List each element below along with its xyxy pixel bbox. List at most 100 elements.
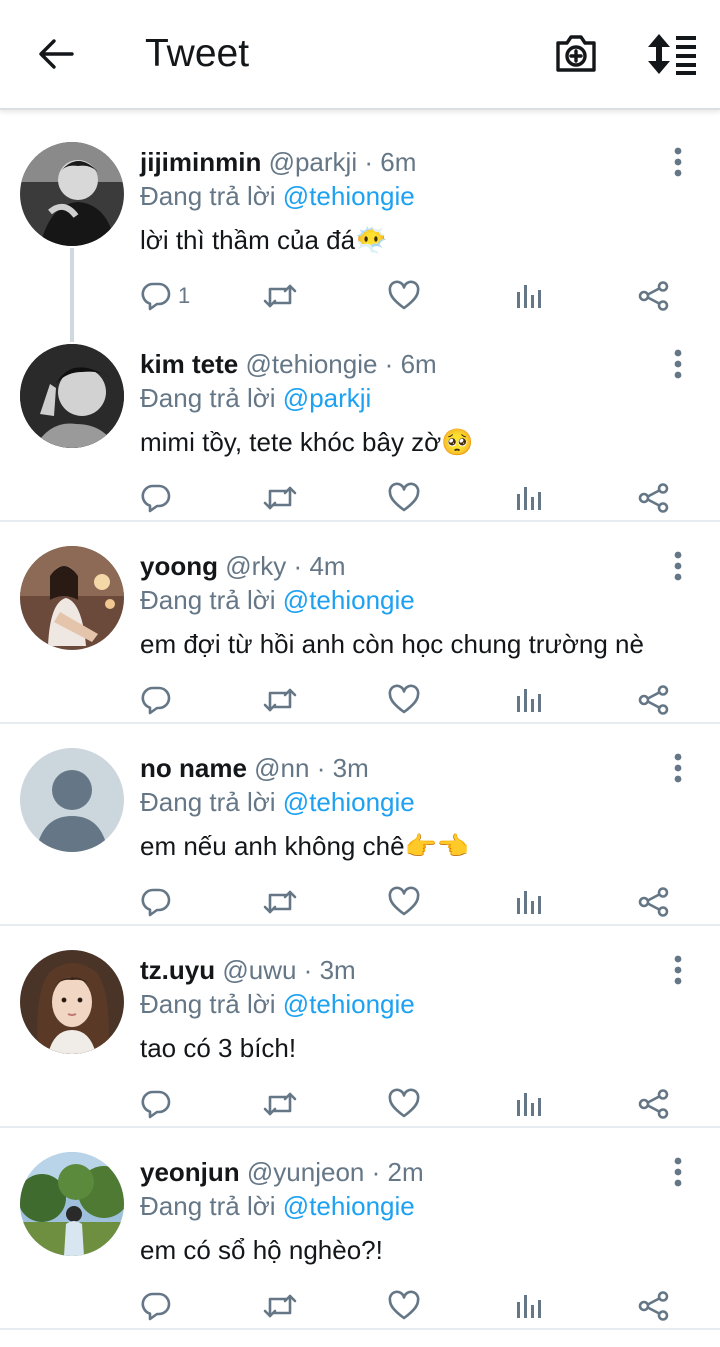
analytics-button[interactable] bbox=[514, 478, 546, 518]
mention-link[interactable]: @tehiongie bbox=[283, 181, 415, 211]
separator-dot: · bbox=[316, 753, 326, 783]
analytics-button[interactable] bbox=[514, 276, 546, 316]
heart-icon bbox=[388, 684, 420, 716]
user-photo bbox=[20, 142, 124, 246]
tweet[interactable]: kim tete @tehiongie · 6m Đang trả lời @p… bbox=[0, 320, 720, 522]
reply-icon bbox=[140, 886, 172, 918]
analytics-button[interactable] bbox=[514, 680, 546, 720]
tweet-actions: 1 bbox=[140, 276, 700, 316]
like-button[interactable] bbox=[388, 1084, 420, 1124]
reply-button[interactable] bbox=[140, 882, 178, 922]
more-vertical-icon bbox=[664, 548, 692, 584]
reply-button[interactable] bbox=[140, 680, 178, 720]
retweet-button[interactable] bbox=[262, 680, 298, 720]
user-photo bbox=[20, 546, 124, 650]
like-button[interactable] bbox=[388, 882, 420, 922]
tweet-header: kim tete @tehiongie · 6m bbox=[140, 346, 437, 382]
sort-button[interactable] bbox=[644, 30, 700, 78]
separator-dot: · bbox=[364, 147, 374, 177]
tweet[interactable]: yoong @rky · 4m Đang trả lời @tehiongie … bbox=[0, 522, 720, 724]
back-button[interactable] bbox=[32, 30, 80, 78]
retweet-button[interactable] bbox=[262, 1286, 298, 1326]
share-button[interactable] bbox=[638, 1084, 670, 1124]
heart-icon bbox=[388, 280, 420, 312]
share-button[interactable] bbox=[638, 680, 670, 720]
retweet-button[interactable] bbox=[262, 1084, 298, 1124]
retweet-button[interactable] bbox=[262, 276, 298, 316]
tweet[interactable]: jijiminmin @parkji · 6m Đang trả lời @te… bbox=[0, 118, 720, 342]
tweet-actions bbox=[140, 1084, 700, 1124]
tweet[interactable]: tz.uyu @uwu · 3m Đang trả lời @tehiongie… bbox=[0, 926, 720, 1128]
share-icon bbox=[638, 886, 670, 918]
display-name[interactable]: no name bbox=[140, 753, 247, 783]
analytics-button[interactable] bbox=[514, 1084, 546, 1124]
like-button[interactable] bbox=[388, 276, 420, 316]
analytics-button[interactable] bbox=[514, 882, 546, 922]
more-vertical-icon bbox=[664, 1154, 692, 1190]
bar-chart-icon bbox=[514, 684, 546, 716]
mention-link[interactable]: @tehiongie bbox=[283, 787, 415, 817]
avatar[interactable] bbox=[20, 142, 124, 246]
user-handle: @tehiongie bbox=[245, 349, 378, 379]
share-button[interactable] bbox=[638, 478, 670, 518]
tweet-header: tz.uyu @uwu · 3m bbox=[140, 952, 356, 988]
display-name[interactable]: yeonjun bbox=[140, 1157, 240, 1187]
share-button[interactable] bbox=[638, 882, 670, 922]
mention-link[interactable]: @tehiongie bbox=[283, 1191, 415, 1221]
timestamp: 2m bbox=[387, 1157, 424, 1187]
more-options-button[interactable] bbox=[664, 1154, 692, 1190]
avatar[interactable] bbox=[20, 546, 124, 650]
avatar[interactable] bbox=[20, 344, 124, 448]
display-name[interactable]: kim tete bbox=[140, 349, 238, 379]
replying-to-label: Đang trả lời bbox=[140, 181, 276, 211]
heart-icon bbox=[388, 482, 420, 514]
mention-link[interactable]: @tehiongie bbox=[283, 585, 415, 615]
tweet-text: tao có 3 bích! bbox=[140, 1033, 297, 1063]
more-options-button[interactable] bbox=[664, 346, 692, 382]
avatar[interactable] bbox=[20, 748, 124, 852]
display-name[interactable]: yoong bbox=[140, 551, 218, 581]
retweet-button[interactable] bbox=[262, 478, 298, 518]
avatar[interactable] bbox=[20, 1152, 124, 1256]
mention-link[interactable]: @tehiongie bbox=[283, 989, 415, 1019]
avatar[interactable] bbox=[20, 950, 124, 1054]
more-options-button[interactable] bbox=[664, 750, 692, 786]
share-icon bbox=[638, 1290, 670, 1322]
retweet-icon bbox=[262, 1088, 298, 1120]
more-options-button[interactable] bbox=[664, 144, 692, 180]
retweet-button[interactable] bbox=[262, 882, 298, 922]
heart-icon bbox=[388, 886, 420, 918]
timestamp: 3m bbox=[332, 753, 369, 783]
display-name[interactable]: tz.uyu bbox=[140, 955, 215, 985]
like-button[interactable] bbox=[388, 478, 420, 518]
user-handle: @rky bbox=[225, 551, 287, 581]
timestamp: 3m bbox=[319, 955, 356, 985]
reply-icon bbox=[140, 684, 172, 716]
replying-to-label: Đang trả lời bbox=[140, 1191, 276, 1221]
reply-button[interactable] bbox=[140, 1286, 178, 1326]
tweet-text: em đợi từ hồi anh còn học chung trường n… bbox=[140, 629, 644, 659]
tweet-actions bbox=[140, 478, 700, 518]
bar-chart-icon bbox=[514, 482, 546, 514]
like-button[interactable] bbox=[388, 1286, 420, 1326]
analytics-button[interactable] bbox=[514, 1286, 546, 1326]
display-name[interactable]: jijiminmin bbox=[140, 147, 261, 177]
tweet[interactable]: no name @nn · 3m Đang trả lời @tehiongie… bbox=[0, 724, 720, 926]
reply-button[interactable]: 1 bbox=[140, 276, 190, 316]
share-button[interactable] bbox=[638, 276, 670, 316]
mention-link[interactable]: @parkji bbox=[283, 383, 372, 413]
reply-button[interactable] bbox=[140, 1084, 178, 1124]
tweet-actions bbox=[140, 1286, 700, 1326]
reply-button[interactable] bbox=[140, 478, 178, 518]
like-button[interactable] bbox=[388, 680, 420, 720]
replying-to: Đang trả lời @tehiongie bbox=[140, 986, 415, 1022]
more-options-button[interactable] bbox=[664, 952, 692, 988]
more-options-button[interactable] bbox=[664, 548, 692, 584]
share-button[interactable] bbox=[638, 1286, 670, 1326]
reply-icon bbox=[140, 1290, 172, 1322]
retweet-icon bbox=[262, 1290, 298, 1322]
tweet[interactable]: yeonjun @yunjeon · 2m Đang trả lời @tehi… bbox=[0, 1128, 720, 1330]
tweet-actions bbox=[140, 680, 700, 720]
retweet-icon bbox=[262, 280, 298, 312]
camera-button[interactable] bbox=[552, 30, 600, 78]
